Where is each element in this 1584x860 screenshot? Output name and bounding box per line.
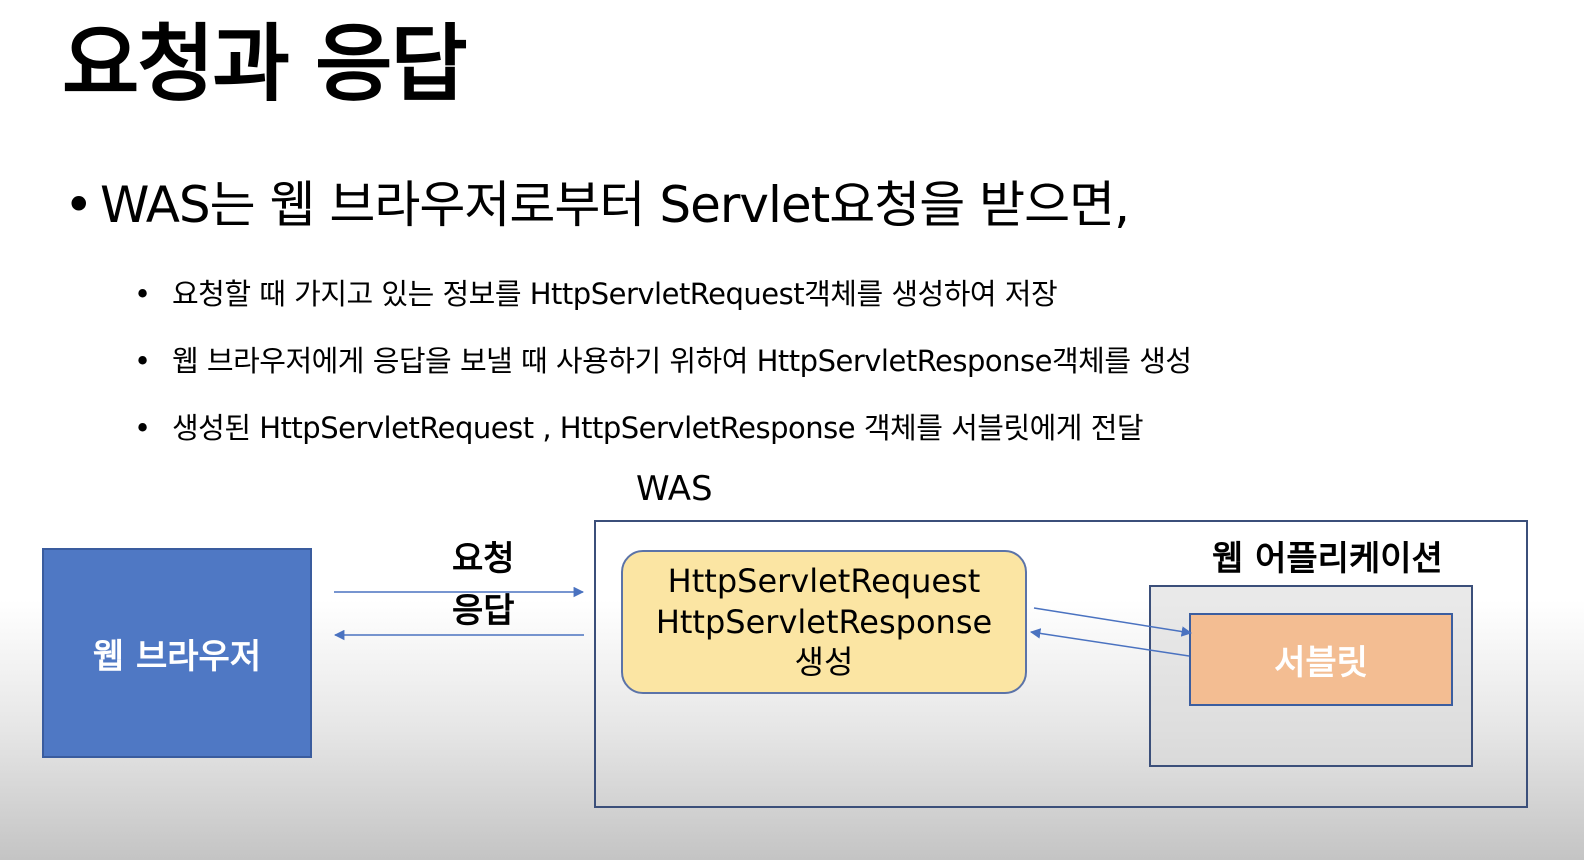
sub-bullet-item: • 웹 브라우저에게 응답을 보낼 때 사용하기 위하여 HttpServletR…: [134, 347, 1192, 414]
sub-bullet-text: 요청할 때 가지고 있는 정보를 HttpServletRequest객체를 생…: [172, 277, 1058, 311]
sub-bullet-list: • 요청할 때 가지고 있는 정보를 HttpServletRequest객체를 …: [134, 280, 1192, 481]
servlet-label: 서블릿: [1274, 643, 1368, 683]
bullet-marker: •: [134, 344, 151, 378]
response-label: 응답: [452, 591, 515, 631]
slide-title: 요청과 응답: [62, 15, 468, 113]
web-application-label: 웹 어플리케이션: [1212, 539, 1443, 579]
sub-bullet-text: 웹 브라우저에게 응답을 보낼 때 사용하기 위하여 HttpServletRe…: [172, 344, 1192, 378]
request-response-create-box: HttpServletRequest HttpServletResponse 생…: [621, 550, 1027, 694]
main-bullet: • WAS는 웹 브라우저로부터 Servlet요청을 받으면,: [64, 176, 1130, 234]
servlet-box: 서블릿: [1189, 613, 1453, 706]
sub-bullet-text: 생성된 HttpServletRequest , HttpServletResp…: [172, 411, 1144, 445]
web-browser-label: 웹 브라우저: [92, 636, 262, 677]
create-box-line-request: HttpServletRequest: [667, 561, 981, 600]
was-label: WAS: [636, 469, 713, 509]
create-box-line-response: HttpServletResponse: [655, 602, 993, 641]
bullet-marker: •: [134, 277, 151, 311]
sub-bullet-item: • 요청할 때 가지고 있는 정보를 HttpServletRequest객체를 …: [134, 280, 1192, 347]
request-label: 요청: [452, 539, 515, 579]
main-bullet-text: WAS는 웹 브라우저로부터 Servlet요청을 받으면,: [100, 176, 1130, 234]
bullet-marker: •: [134, 411, 151, 445]
web-browser-box: 웹 브라우저: [42, 548, 312, 758]
create-box-line-create: 생성: [794, 643, 854, 682]
bullet-marker: •: [64, 176, 94, 234]
